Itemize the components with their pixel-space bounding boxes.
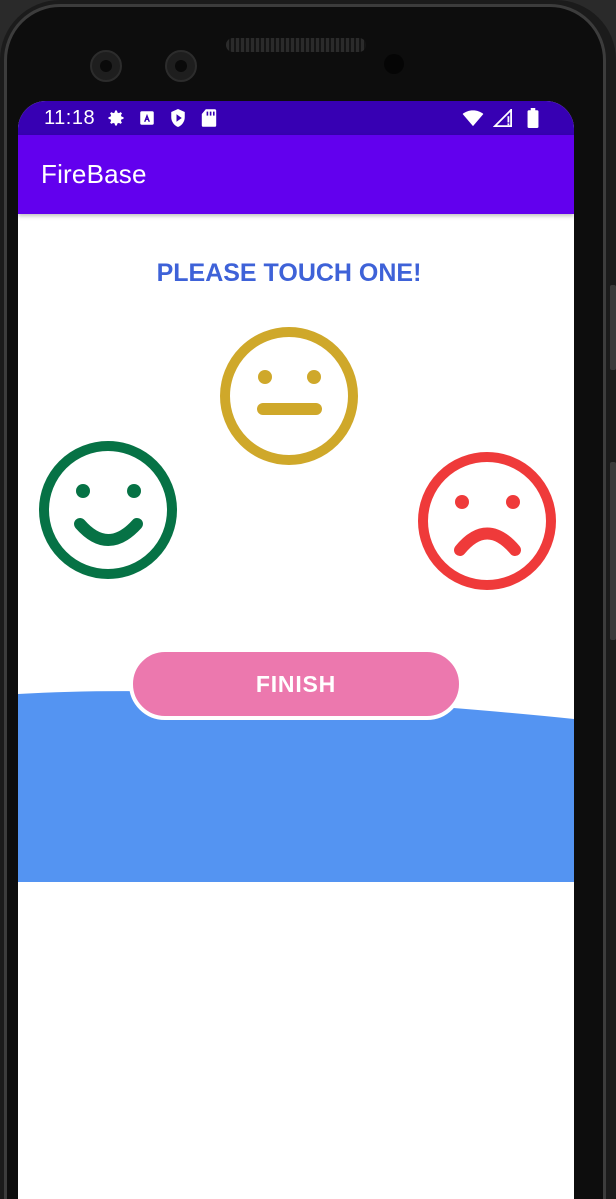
phone-frame: 11:18 FireBase PLEASE TOUCH ONE! FINISH [0,0,616,1199]
app-screen: 11:18 FireBase PLEASE TOUCH ONE! FINISH [18,101,574,1199]
neutral-face-icon[interactable] [218,325,360,467]
settings-icon [105,107,127,129]
volume-button [610,462,616,640]
wifi-icon [462,107,484,129]
shield-play-icon [167,107,189,129]
app-title: FireBase [41,159,147,189]
status-right-icons [458,107,548,129]
sd-card-icon [198,107,220,129]
status-time: 11:18 [44,106,96,129]
front-camera [90,50,122,82]
finish-button[interactable]: FINISH [129,648,463,720]
earpiece-speaker [226,38,366,52]
accessibility-icon [136,107,158,129]
happy-face-icon[interactable] [37,439,179,581]
prompt-heading: PLEASE TOUCH ONE! [156,259,422,287]
status-bar: 11:18 [18,101,574,135]
battery-icon [522,107,544,129]
proximity-sensor [384,54,404,74]
cell-signal-icon [492,107,514,129]
power-button [610,285,616,370]
sad-face-icon[interactable] [416,450,558,592]
front-camera-secondary [165,50,197,82]
app-toolbar: FireBase [18,135,574,214]
